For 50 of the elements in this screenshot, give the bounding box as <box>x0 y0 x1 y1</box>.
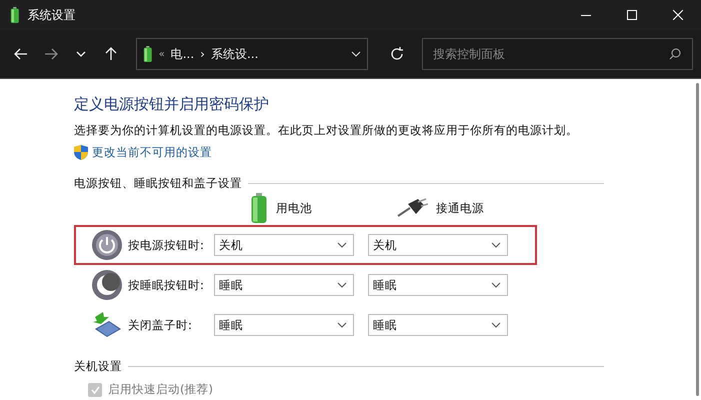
row-label: 按电源按钮时: <box>128 238 205 252</box>
window-title: 系统设置 <box>28 6 77 24</box>
refresh-icon <box>390 47 404 61</box>
chevron-down-icon <box>337 322 347 328</box>
address-bar[interactable]: « 电... › 系统设... <box>136 38 368 70</box>
chevron-down-icon <box>491 242 501 248</box>
plug-icon <box>396 198 428 218</box>
arrow-left-icon <box>14 48 28 60</box>
dropdown[interactable]: 关机 <box>368 234 508 256</box>
checkmark-icon <box>90 386 100 394</box>
search-icon <box>669 48 681 60</box>
dropdown[interactable]: 睡眠 <box>368 314 508 336</box>
checkbox-label: 启用快速启动(推荐) <box>108 382 213 397</box>
battery-icon <box>250 193 268 223</box>
close-icon <box>673 10 683 20</box>
arrow-right-icon <box>44 48 58 60</box>
chevron-down-icon <box>491 322 501 328</box>
breadcrumb[interactable]: 系统设... <box>210 46 258 62</box>
row-label: 关闭盖子时: <box>128 318 193 332</box>
laptop-icon <box>91 311 123 339</box>
breadcrumb[interactable]: › <box>200 47 205 61</box>
dropdown[interactable]: 睡眠 <box>214 314 354 336</box>
dropdown[interactable]: 睡眠 <box>368 274 508 296</box>
section-title: 电源按钮、睡眠按钮和盖子设置 <box>74 176 242 191</box>
chevron-down-icon <box>76 51 86 57</box>
chevron-down-icon[interactable] <box>351 51 361 57</box>
breadcrumb[interactable]: « <box>158 48 165 60</box>
dropdown[interactable]: 睡眠 <box>214 274 354 296</box>
chevron-down-icon <box>491 282 501 288</box>
battery-icon <box>10 7 20 23</box>
moon-icon <box>91 269 123 301</box>
change-settings-link[interactable]: 更改当前不可用的设置 <box>92 145 212 160</box>
shield-icon <box>74 145 88 160</box>
power-icon <box>91 229 123 261</box>
scrollbar[interactable] <box>696 83 699 396</box>
row-label: 按睡眠按钮时: <box>128 278 205 292</box>
search-field[interactable]: 搜索控制面板 <box>422 38 693 70</box>
battery-icon <box>143 46 153 62</box>
column-heading: 接通电源 <box>436 200 484 216</box>
breadcrumb[interactable]: 电... <box>170 46 194 62</box>
chevron-down-icon <box>337 282 347 288</box>
page-heading: 定义电源按钮并启用密码保护 <box>74 95 270 114</box>
page-description: 选择要为你的计算机设置的电源设置。在此页上对设置所做的更改将应用于你所有的电源计划。 <box>74 123 579 138</box>
arrow-up-icon <box>105 47 117 61</box>
chevron-down-icon <box>337 242 347 248</box>
maximize-icon <box>627 10 637 20</box>
section-title: 关机设置 <box>74 359 122 374</box>
column-heading: 用电池 <box>276 200 312 216</box>
dropdown[interactable]: 关机 <box>214 234 354 256</box>
minimize-icon <box>581 14 591 16</box>
